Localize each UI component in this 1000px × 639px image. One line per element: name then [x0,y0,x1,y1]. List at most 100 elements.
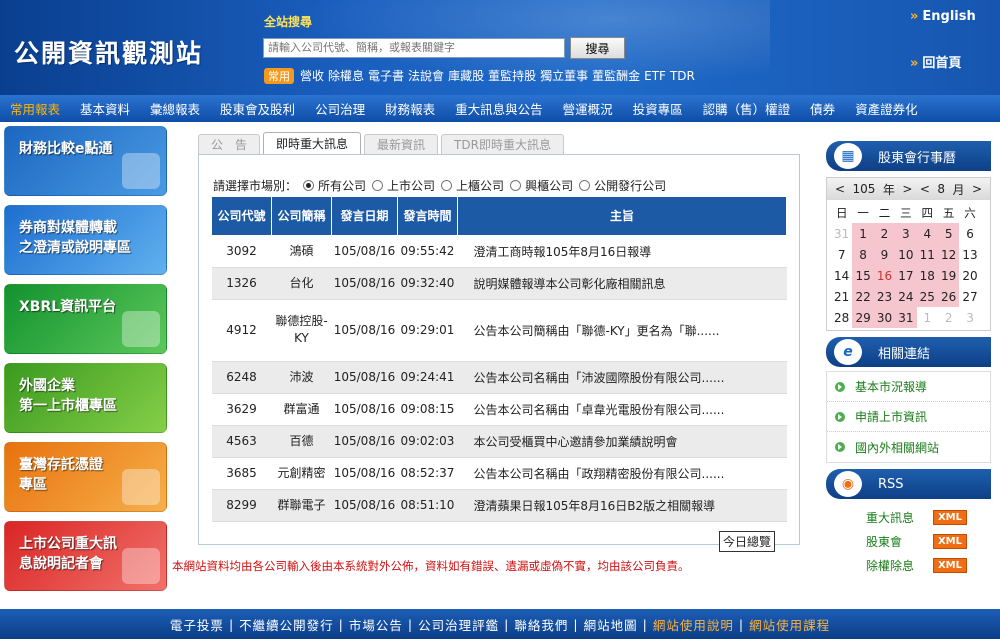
xml-badge[interactable]: XML [932,533,967,549]
cell-subject[interactable]: 公告本公司名稱由「卓韋光電股份有限公司...... [457,393,787,426]
nav-item-securitization[interactable]: 資產證券化 [845,99,928,118]
cell-subject[interactable]: 澄清工商時報105年8月16日報導 [457,235,787,268]
prev-month-button[interactable]: < [920,182,930,196]
radio-otc[interactable] [441,180,453,191]
footer-link[interactable]: 不繼續公開發行 [234,615,339,634]
tab-realtime-material-info[interactable]: 即時重大訊息 [263,132,362,154]
site-logo[interactable]: 公開資訊觀測站 [14,34,203,70]
footer-link[interactable]: 網站使用課程 [744,615,835,634]
footer-link[interactable]: 網站使用說明 [648,615,739,634]
calendar-day[interactable]: 1 [852,223,874,244]
table-row[interactable]: 8299 群聯電子 105/08/16 08:51:10 澄清蘋果日報105年8… [211,489,787,522]
nav-item-shareholder-meetings[interactable]: 股東會及股利 [210,99,305,118]
tab-latest-info[interactable]: 最新資訊 [364,134,439,154]
xml-badge[interactable]: XML [932,557,967,573]
related-link-websites[interactable]: 國內外相關網站 [827,432,990,462]
footer-link[interactable]: 市場公告 [344,615,408,634]
footer-link[interactable]: 電子投票 [165,615,229,634]
calendar-day[interactable]: 25 [916,286,938,307]
calendar-day[interactable]: 3 [895,223,917,244]
radio-public[interactable] [579,180,591,191]
calendar-day[interactable]: 11 [916,244,938,265]
calendar-day[interactable]: 31 [895,307,917,328]
calendar-day[interactable]: 2 [873,223,896,244]
calendar-day[interactable]: 15 [852,265,874,286]
quick-link[interactable]: 董監酬金 [592,67,640,84]
table-row[interactable]: 1326 台化 105/08/16 09:32:40 說明媒體報導本公司彰化廠相… [211,267,787,300]
calendar-day[interactable]: 24 [895,286,917,307]
cell-subject[interactable]: 澄清蘋果日報105年8月16日B2版之相關報導 [457,489,787,522]
nav-item-basic-info[interactable]: 基本資料 [70,99,140,118]
quick-link[interactable]: 除權息 [328,67,364,84]
banner-xbrl[interactable]: XBRL資訊平台 [4,284,167,354]
rss-item-material-info[interactable]: 重大訊息 XML [826,505,991,529]
search-input[interactable] [263,38,565,58]
nav-item-warrants[interactable]: 認購（售）權證 [693,99,801,118]
tab-announcements[interactable]: 公 告 [198,134,261,154]
calendar-day[interactable]: 10 [895,244,917,265]
english-link[interactable]: » English [910,9,976,24]
calendar-day[interactable]: 18 [916,265,938,286]
banner-press-conference[interactable]: 上市公司重大訊 息說明記者會 [4,521,167,591]
table-row[interactable]: 3629 群富通 105/08/16 09:08:15 公告本公司名稱由「卓韋光… [211,393,787,426]
radio-all-companies[interactable] [303,180,315,191]
calendar-day[interactable]: 5 [937,223,960,244]
radio-listed[interactable] [372,180,384,191]
cell-subject[interactable]: 公告本公司簡稱由「聯德-KY」更名為「聯...... [457,299,787,362]
cell-subject[interactable]: 公告本公司名稱由「政翔精密股份有限公司...... [457,457,787,490]
calendar-day[interactable]: 30 [873,307,896,328]
banner-financial-comparison[interactable]: 財務比較e點通 [4,126,167,196]
nav-item-material-info[interactable]: 重大訊息與公告 [445,99,553,118]
footer-link[interactable]: 網站地圖 [579,615,643,634]
tab-tdr-realtime[interactable]: TDR即時重大訊息 [441,134,564,154]
related-link-market-report[interactable]: 基本市況報導 [827,372,990,402]
xml-badge[interactable]: XML [932,509,967,525]
nav-item-common-reports[interactable]: 常用報表 [0,99,70,118]
nav-item-operations[interactable]: 營運概況 [553,99,623,118]
table-row[interactable]: 3092 鴻碩 105/08/16 09:55:42 澄清工商時報105年8月1… [211,235,787,268]
rss-item-ex-dividend[interactable]: 除權除息 XML [826,553,991,577]
calendar-day[interactable]: 12 [937,244,960,265]
banner-broker-clarification[interactable]: 券商對媒體轉載 之澄清或說明專區 [4,205,167,275]
home-link[interactable]: » 回首頁 [910,52,961,71]
nav-item-bonds[interactable]: 債券 [800,99,845,118]
nav-item-financial-reports[interactable]: 財務報表 [375,99,445,118]
nav-item-investment[interactable]: 投資專區 [623,99,693,118]
quick-link[interactable]: TDR [670,69,695,83]
table-row[interactable]: 4563 百德 105/08/16 09:02:03 本公司受櫃買中心邀請參加業… [211,425,787,458]
calendar-day[interactable]: 23 [873,286,896,307]
calendar-day[interactable]: 22 [852,286,874,307]
quick-link[interactable]: 電子書 [368,67,404,84]
quick-link[interactable]: 庫藏股 [448,67,484,84]
table-row[interactable]: 6248 沛波 105/08/16 09:24:41 公告本公司名稱由「沛波國際… [211,361,787,394]
next-month-button[interactable]: > [972,182,982,196]
calendar-day[interactable]: 16 [873,265,896,286]
table-row[interactable]: 4912 聯德控股-KY 105/08/16 09:29:01 公告本公司簡稱由… [211,299,787,362]
quick-link[interactable]: 營收 [300,67,324,84]
today-overview-button[interactable]: 今日總覽 [718,531,775,552]
calendar-day[interactable]: 8 [852,244,874,265]
quick-link[interactable]: ETF [644,69,666,83]
banner-tdr[interactable]: 臺灣存託憑證 專區 [4,442,167,512]
calendar-day[interactable]: 17 [895,265,917,286]
prev-year-button[interactable]: < [835,182,845,196]
footer-link[interactable]: 聯絡我們 [509,615,573,634]
related-link-listing-info[interactable]: 申請上市資訊 [827,402,990,432]
table-row[interactable]: 3685 元創精密 105/08/16 08:52:37 公告本公司名稱由「政翔… [211,457,787,490]
calendar-day[interactable]: 19 [937,265,960,286]
nav-item-corporate-governance[interactable]: 公司治理 [305,99,375,118]
quick-link[interactable]: 董監持股 [488,67,536,84]
calendar-day[interactable]: 9 [873,244,896,265]
calendar-day[interactable]: 4 [916,223,938,244]
cell-subject[interactable]: 說明媒體報導本公司彰化廠相關訊息 [457,267,787,300]
calendar-day[interactable]: 29 [852,307,874,328]
calendar-day[interactable]: 26 [937,286,960,307]
rss-item-shareholder-meeting[interactable]: 股東會 XML [826,529,991,553]
radio-emerging[interactable] [510,180,522,191]
banner-foreign-companies[interactable]: 外國企業 第一上市櫃專區 [4,363,167,433]
cell-subject[interactable]: 本公司受櫃買中心邀請參加業績說明會 [457,425,787,458]
next-year-button[interactable]: > [902,182,912,196]
quick-link[interactable]: 法說會 [408,67,444,84]
footer-link[interactable]: 公司治理評鑑 [413,615,504,634]
nav-item-summary-reports[interactable]: 彙總報表 [140,99,210,118]
